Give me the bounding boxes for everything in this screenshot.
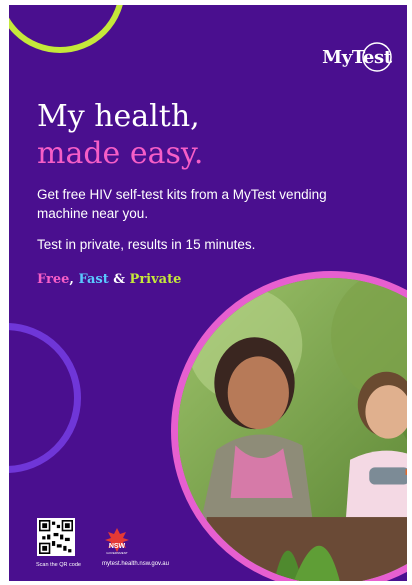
nsw-logo-subtext: GOVERNMENT (106, 551, 128, 555)
mytest-logo: MyTest (322, 39, 392, 75)
nsw-government-logo: NSW GOVERNMENT (102, 526, 132, 556)
tagline-comma: , (69, 272, 74, 287)
website-url: mytest.health.nsw.gov.au (102, 561, 169, 567)
qr-label: Scan the QR code (36, 562, 81, 568)
tagline-private: Private (129, 272, 182, 287)
body-paragraph-1: Get free HIV self-test kits from a MyTes… (37, 187, 327, 221)
mother-and-child-gardening-photo-icon (178, 278, 407, 581)
body-copy: Get free HIV self-test kits from a MyTes… (37, 185, 379, 266)
logo-ring-icon (362, 42, 392, 72)
lime-ring-decoration (9, 5, 125, 53)
waratah-icon: NSW GOVERNMENT (105, 528, 129, 555)
tagline-ampersand: & (113, 272, 126, 287)
page: MyTest My health, made easy. Get free HI… (0, 0, 412, 585)
tagline-free: Free (37, 272, 70, 287)
qr-code (37, 518, 75, 556)
headline-line-1: My health, (37, 99, 200, 134)
violet-ring-decoration (9, 323, 81, 473)
mother-and-child-photo (171, 271, 407, 581)
tagline: Free, Fast & Private (37, 272, 181, 287)
body-paragraph-2: Test in private, results in 15 minutes. (37, 237, 256, 252)
tagline-fast: Fast (78, 272, 109, 287)
headline: My health, made easy. (37, 98, 203, 172)
nsw-logo-text: NSW (109, 543, 126, 550)
headline-line-2: made easy. (37, 136, 204, 171)
poster: MyTest My health, made easy. Get free HI… (9, 5, 407, 581)
qr-code-icon (39, 520, 73, 554)
